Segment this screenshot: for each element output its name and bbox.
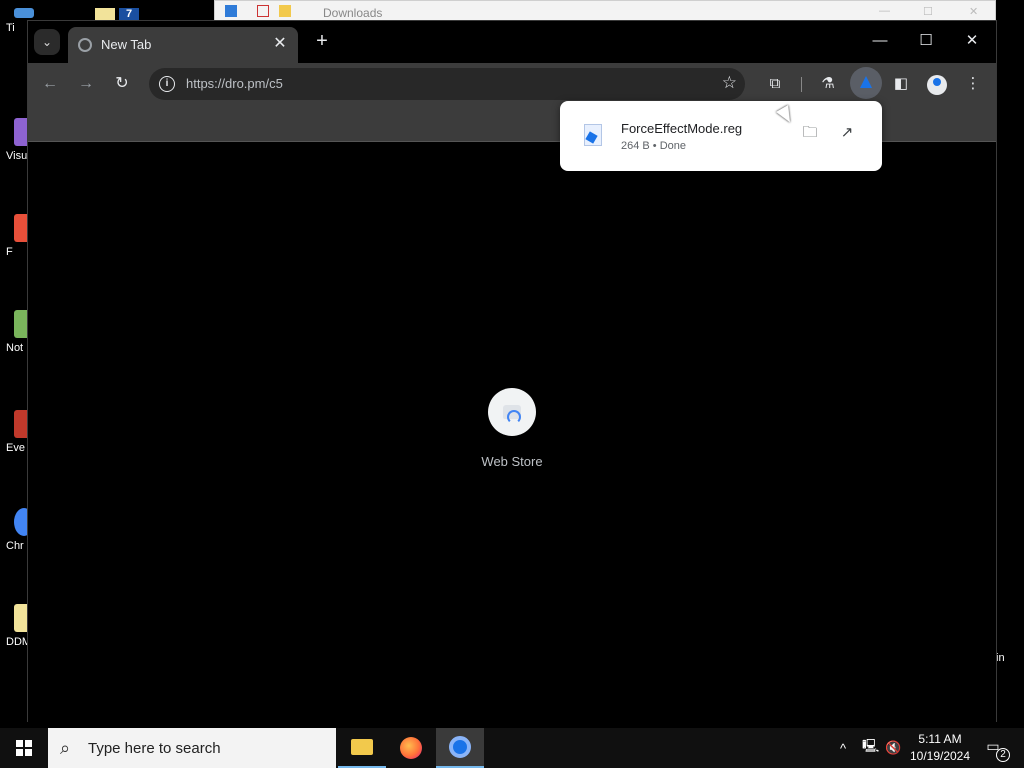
forward-button[interactable]: → <box>74 72 98 96</box>
search-placeholder: Type here to search <box>88 740 221 757</box>
chrome-icon <box>449 736 471 758</box>
tray-overflow-chevron[interactable]: ^ <box>840 728 846 768</box>
minimize-button[interactable]: — <box>865 29 895 53</box>
menu-icon[interactable]: ⋮ <box>961 72 985 96</box>
taskbar: ⌕ Type here to search ^ 🖳 🔇 5:11 AM 10/1… <box>0 728 1024 768</box>
download-file-name[interactable]: ForceEffectMode.reg <box>621 121 742 136</box>
explorer-title: Downloads <box>323 6 383 20</box>
download-status: 264 B • Done <box>621 140 687 152</box>
shortcut-web-store[interactable]: Web Store <box>469 388 555 469</box>
windows-logo-icon <box>16 740 32 756</box>
downloads-button[interactable] <box>850 67 882 99</box>
search-icon: ⌕ <box>60 738 71 758</box>
taskbar-firefox[interactable] <box>387 728 435 768</box>
back-button[interactable]: ← <box>38 72 62 96</box>
notification-center-icon[interactable]: ▭ 2 <box>982 738 1010 762</box>
desktop-icon-label-right: in <box>996 652 1005 664</box>
reload-button[interactable]: ↻ <box>110 72 134 96</box>
tab-close-button[interactable]: ✕ <box>270 34 290 54</box>
reg-file-icon <box>584 124 602 146</box>
close-icon[interactable]: ✕ <box>969 5 978 18</box>
app-icon <box>14 8 34 18</box>
profile-avatar[interactable] <box>927 75 947 95</box>
tab-strip: ⌄ New Tab ✕ + — ☐ ✕ <box>28 21 996 63</box>
taskbar-file-explorer[interactable] <box>338 728 386 768</box>
close-button[interactable]: ✕ <box>957 29 987 53</box>
web-store-icon <box>488 388 536 436</box>
side-panel-icon[interactable]: ◧ <box>889 72 913 96</box>
minimize-icon[interactable]: — <box>879 5 890 17</box>
firefox-icon <box>400 737 422 759</box>
new-folder-icon[interactable] <box>279 5 291 17</box>
site-info-icon[interactable]: i <box>159 76 175 92</box>
address-bar[interactable]: i https://dro.pm/c5 ☆ <box>149 68 745 100</box>
bookmark-star-icon[interactable]: ☆ <box>722 73 737 93</box>
start-button[interactable] <box>0 728 48 768</box>
maximize-icon[interactable]: ☐ <box>923 5 933 18</box>
extensions-icon[interactable]: ⧉ <box>763 72 787 96</box>
taskbar-search[interactable]: ⌕ Type here to search <box>48 728 336 768</box>
labs-icon[interactable]: ⚗ <box>816 72 840 96</box>
taskbar-chrome[interactable] <box>436 728 484 768</box>
tab-new-tab[interactable]: New Tab ✕ <box>68 27 298 63</box>
shortcut-label: Web Store <box>481 454 543 469</box>
open-external-icon[interactable]: ↗ <box>837 123 857 143</box>
network-icon[interactable]: 🖳 <box>862 728 879 768</box>
clock[interactable]: 5:11 AM 10/19/2024 <box>902 731 978 765</box>
globe-icon <box>78 38 92 52</box>
toolbar: ← → ↻ i https://dro.pm/c5 ☆ ⧉ ⚗ ◧ ⋮ <box>28 63 996 105</box>
file-explorer-icon <box>351 739 373 755</box>
download-progress-icon <box>860 76 872 88</box>
maximize-button[interactable]: ☐ <box>911 29 941 53</box>
url-text[interactable]: https://dro.pm/c5 <box>186 76 283 91</box>
explorer-window-downloads[interactable]: Downloads — ☐ ✕ <box>214 0 996 22</box>
new-tab-button[interactable]: + <box>310 29 334 53</box>
download-bubble: ForceEffectMode.reg 264 B • Done 🗀 ↗ <box>560 101 882 171</box>
new-tab-page: Web Store <box>28 143 996 723</box>
clock-time: 5:11 AM <box>918 732 962 746</box>
folder-icon <box>95 8 115 20</box>
tab-title: New Tab <box>101 37 152 52</box>
clock-date: 10/19/2024 <box>909 749 971 763</box>
download-icon <box>225 5 237 17</box>
volume-muted-icon[interactable]: 🔇 <box>885 728 901 768</box>
show-in-folder-icon[interactable]: 🗀 <box>800 123 820 143</box>
notification-count-badge: 2 <box>996 748 1010 762</box>
properties-icon[interactable] <box>257 5 269 17</box>
toolbar-divider <box>801 77 802 92</box>
tab-search-button[interactable]: ⌄ <box>34 29 60 55</box>
